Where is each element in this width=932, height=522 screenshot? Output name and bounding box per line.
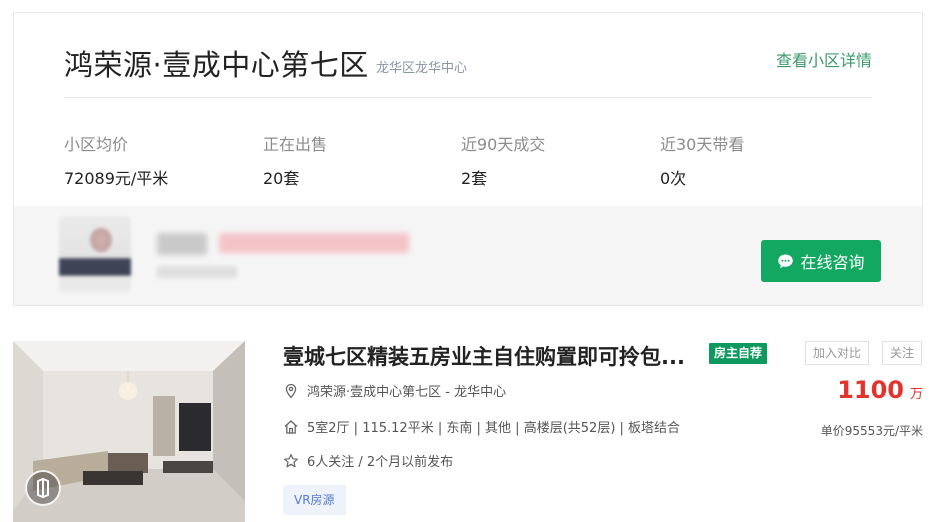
listing-unit-price: 单价95553元/平米 — [820, 424, 923, 438]
total-price-unit: 万 — [909, 387, 923, 402]
community-details-link[interactable]: 查看小区详情 — [776, 47, 872, 71]
vr-camera-icon — [25, 470, 61, 506]
spec-floor: 高楼层(共52层) — [523, 421, 616, 436]
listing-follow-info: 6人关注 / 2个月以前发布 — [307, 455, 454, 470]
owner-recommend-badge: 房主自荐 — [709, 343, 768, 364]
stat-label: 小区均价 — [64, 135, 129, 154]
stat-label: 近90天成交 — [461, 135, 546, 154]
stat-label: 正在出售 — [263, 135, 328, 154]
agent-avatar[interactable] — [59, 216, 131, 292]
community-stats: 小区均价 72089元/平米 正在出售 20套 近90天成交 2套 近30天带看… — [64, 131, 864, 188]
chat-bubble-icon — [777, 253, 794, 270]
stat-label: 近30天带看 — [660, 135, 745, 154]
vr-listing-tag: VR房源 — [283, 485, 346, 515]
listing-total-price: 1100 万 — [837, 376, 923, 404]
spec-decoration: 其他 — [485, 421, 512, 436]
stat-deals-90-days: 近90天成交 2套 — [461, 131, 651, 189]
stat-viewings-30-days: 近30天带看 0次 — [660, 131, 850, 189]
agent-subtitle-blurred — [157, 266, 237, 278]
listing-location[interactable]: 鸿荣源·壹成中心第七区 - 龙华中心 — [307, 381, 506, 400]
spec-orientation: 东南 — [446, 421, 473, 436]
agent-tags-blurred — [219, 233, 409, 253]
stat-value: 20套 — [263, 169, 300, 188]
agent-bar: 在线咨询 — [14, 206, 922, 305]
listing-specs: 5室2厅 | 115.12平米 | 东南 | 其他 | 高楼层(共52层) | … — [307, 421, 681, 436]
spec-area: 115.12平米 — [362, 421, 434, 436]
stat-value: 72089元/平米 — [64, 169, 169, 188]
star-icon — [283, 453, 299, 469]
listing-specs-row: 5室2厅 | 115.12平米 | 东南 | 其他 | 高楼层(共52层) | … — [283, 417, 680, 436]
listing-location-row: 鸿荣源·壹成中心第七区 - 龙华中心 — [283, 381, 506, 400]
stat-value: 0次 — [660, 169, 687, 188]
spec-layout: 5室2厅 — [307, 421, 350, 436]
stat-value: 2套 — [461, 169, 488, 188]
stat-average-price: 小区均价 72089元/平米 — [64, 131, 254, 189]
stat-on-sale: 正在出售 20套 — [263, 131, 453, 189]
online-consult-label: 在线咨询 — [800, 253, 865, 272]
community-area: 龙华区龙华中心 — [376, 61, 468, 76]
house-icon — [283, 419, 299, 435]
listing-item: 壹城七区精装五房业主自住购置即可拎包... 房主自荐 加入对比 关注 鸿荣源·壹… — [13, 341, 923, 522]
spec-building-type: 板塔结合 — [628, 421, 681, 436]
total-price-value: 1100 — [837, 376, 904, 404]
listing-follow-row: 6人关注 / 2个月以前发布 — [283, 451, 453, 470]
listing-title[interactable]: 壹城七区精装五房业主自住购置即可拎包... — [283, 341, 703, 371]
community-card: 鸿荣源·壹成中心第七区 龙华区龙华中心 查看小区详情 小区均价 72089元/平… — [13, 12, 923, 306]
add-compare-button[interactable]: 加入对比 — [805, 341, 870, 365]
community-title: 鸿荣源·壹成中心第七区 — [64, 48, 369, 82]
follow-button[interactable]: 关注 — [882, 341, 923, 365]
agent-name-blurred — [157, 233, 207, 255]
listing-thumbnail[interactable] — [13, 341, 245, 522]
online-consult-button[interactable]: 在线咨询 — [761, 240, 881, 282]
map-pin-icon — [283, 383, 299, 399]
community-header: 鸿荣源·壹成中心第七区 龙华区龙华中心 查看小区详情 — [64, 42, 872, 98]
